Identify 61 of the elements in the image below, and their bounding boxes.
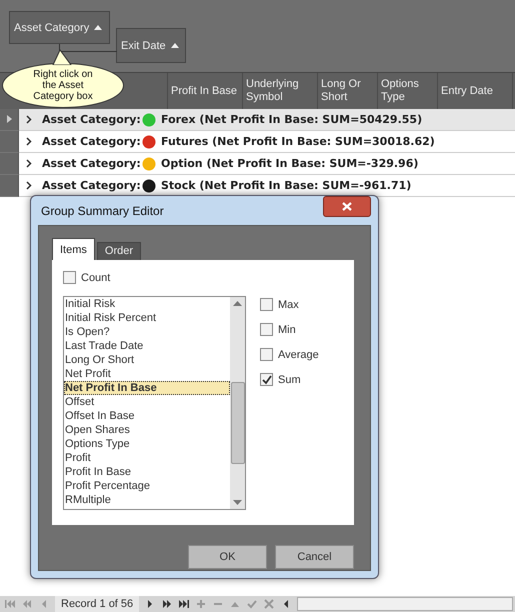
list-item[interactable]: Profit Percentage (64, 479, 230, 493)
horizontal-scrollbar[interactable] (297, 597, 513, 611)
checkbox-label: Count (81, 272, 110, 284)
list-item[interactable]: RMultiple (64, 493, 230, 507)
checkbox-label: Average (278, 348, 319, 360)
scroll-thumb[interactable] (230, 382, 244, 464)
group-label: Asset Category: (42, 135, 142, 148)
check-icon[interactable] (246, 599, 258, 609)
dialog-button[interactable]: OK (188, 545, 267, 569)
checkbox-label: Min (278, 324, 296, 336)
checkbox[interactable] (260, 323, 273, 336)
list-item[interactable]: Open Shares (64, 423, 230, 437)
tab[interactable]: Items (52, 238, 95, 260)
checkbox-label: Sum (278, 374, 301, 386)
list-item[interactable]: Options Type (64, 437, 230, 451)
tab[interactable]: Order (96, 242, 142, 260)
list-item[interactable]: Is Open? (64, 325, 230, 339)
next-page-icon[interactable] (161, 599, 174, 609)
vertical-scrollbar[interactable] (230, 297, 245, 509)
checkbox[interactable] (260, 298, 273, 311)
group-value: Stock (Net Profit In Base: SUM=-961.71) (161, 179, 412, 192)
list-item[interactable]: Initial Risk Percent (64, 311, 230, 325)
close-button[interactable] (323, 196, 371, 217)
close-icon (342, 202, 352, 211)
plus-icon[interactable] (195, 599, 208, 609)
checkbox[interactable] (63, 271, 76, 284)
callout-text: Right click on the Asset Category box (32, 69, 94, 102)
group-label: Asset Category: (42, 157, 142, 170)
scroll-down-icon[interactable] (233, 500, 242, 505)
list-item[interactable]: Net Profit In Base (64, 381, 230, 395)
list-item[interactable]: Profit In Base (64, 465, 230, 479)
list-item[interactable]: Last Trade Date (64, 339, 230, 353)
scroll-up-icon[interactable] (233, 301, 242, 306)
group-label: Asset Category: (42, 179, 142, 192)
list-item[interactable]: Long Or Short (64, 353, 230, 367)
last-icon[interactable] (178, 599, 190, 609)
expand-icon[interactable] (26, 137, 32, 146)
dialog-button[interactable]: Cancel (275, 545, 354, 569)
group-box[interactable]: Asset Category (9, 11, 110, 44)
group-value: Futures (Net Profit In Base: SUM=30018.62) (161, 135, 435, 148)
expand-icon[interactable] (26, 181, 32, 190)
first-icon[interactable] (4, 599, 16, 609)
close-icon[interactable] (263, 599, 276, 609)
checkbox-label: Max (278, 298, 299, 310)
window-title: Group Summary Editor (40, 204, 164, 218)
expand-icon[interactable] (26, 115, 32, 124)
prev-page-icon[interactable] (21, 599, 33, 609)
list-item[interactable]: Offset (64, 395, 230, 409)
checkbox[interactable] (260, 373, 273, 386)
list-item[interactable]: Profit (64, 451, 230, 465)
list-item[interactable]: Offset In Base (64, 409, 230, 423)
list-item[interactable]: Initial Risk (64, 297, 230, 311)
expand-icon[interactable] (26, 159, 32, 168)
group-label: Asset Category: (42, 113, 142, 126)
record-counter: Record 1 of 56 (55, 596, 140, 612)
checkbox[interactable] (260, 348, 273, 361)
group-value: Forex (Net Profit In Base: SUM=50429.55) (161, 113, 422, 126)
connector-line (59, 44, 117, 52)
group-value: Option (Net Profit In Base: SUM=-329.96) (161, 157, 418, 170)
group-box[interactable]: Exit Date (116, 28, 186, 63)
list-item[interactable]: Net Profit (64, 367, 230, 381)
